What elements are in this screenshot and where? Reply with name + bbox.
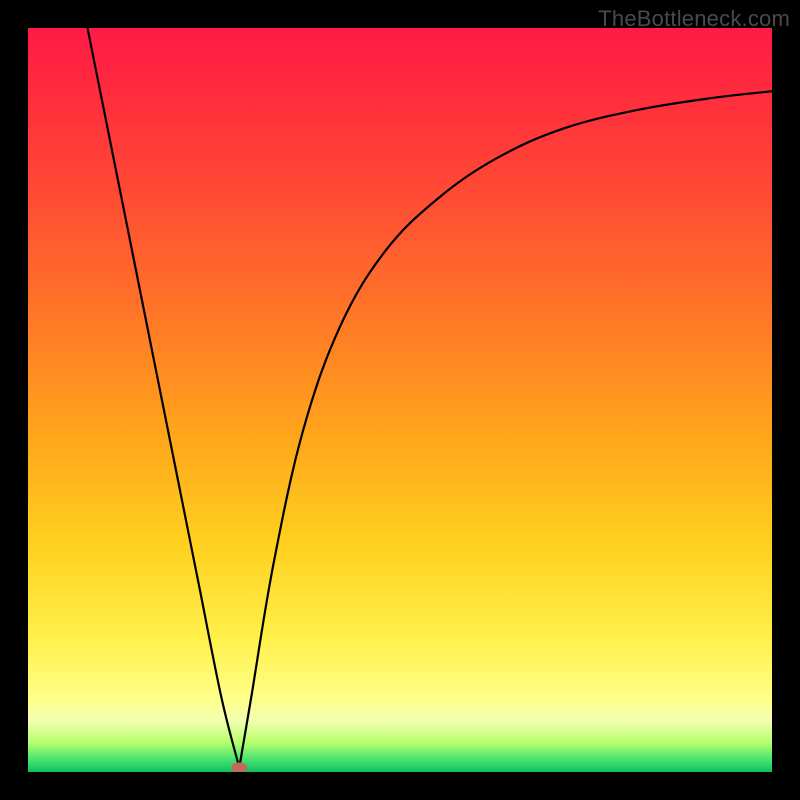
chart-container: TheBottleneck.com xyxy=(0,0,800,800)
curve-svg xyxy=(28,28,772,772)
curve-right-segment xyxy=(239,91,772,767)
minimum-marker-dot xyxy=(231,762,247,772)
curve-left-segment xyxy=(88,28,240,768)
plot-area xyxy=(28,28,772,772)
